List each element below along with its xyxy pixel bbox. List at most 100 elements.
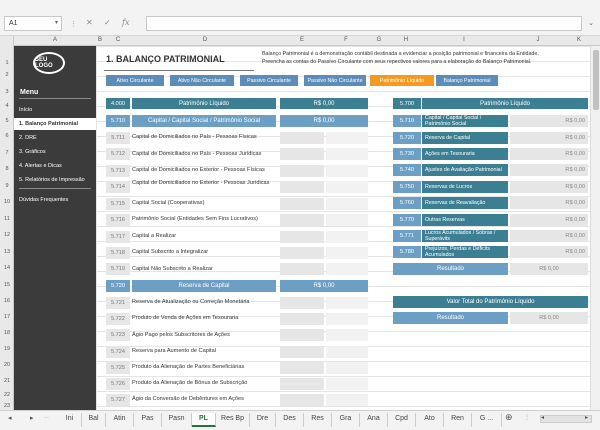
column-k[interactable]: K <box>568 37 590 43</box>
scroll-right-icon[interactable]: ▸ <box>585 414 588 421</box>
sheet-tab[interactable]: Des <box>276 413 304 427</box>
column-h[interactable]: H <box>392 37 420 43</box>
row-number[interactable]: 9 <box>0 183 14 189</box>
tab-passivo-nao-circulante[interactable]: Passivo Não Circulante <box>304 75 366 86</box>
row-number[interactable]: 3 <box>0 89 14 95</box>
next-sheet-icon[interactable]: ▸ <box>30 414 34 422</box>
vertical-scrollbar[interactable] <box>590 46 600 410</box>
sheet-tab-active[interactable]: PL <box>192 413 216 427</box>
column-d[interactable]: D <box>132 37 278 43</box>
column-c[interactable]: C <box>104 37 132 43</box>
sidebar-item-relatorios[interactable]: 5. Relatórios de Impressão <box>14 174 96 186</box>
sheet-tab[interactable]: Gra <box>332 413 360 427</box>
sheet-tab[interactable]: Ren <box>444 413 472 427</box>
sidebar-item-dre[interactable]: 2. DRE <box>14 132 96 144</box>
row-number[interactable]: 7 <box>0 150 14 156</box>
sheet-tab[interactable]: Res Bp <box>216 413 250 427</box>
sheet-tab[interactable]: Cpd <box>388 413 416 427</box>
row-number[interactable]: 22 <box>0 392 14 398</box>
value-cell[interactable] <box>326 198 368 210</box>
value-input[interactable] <box>280 378 324 390</box>
value-input[interactable] <box>280 132 324 144</box>
name-box[interactable]: A1 ▾ <box>4 16 62 31</box>
row-number[interactable]: 4 <box>0 103 14 109</box>
expand-icon[interactable]: ⌄ <box>588 19 594 27</box>
value-input[interactable] <box>280 313 324 325</box>
tab-ativo-nao-circulante[interactable]: Ativo Não Circulante <box>170 75 234 86</box>
row-number[interactable]: 15 <box>0 282 14 288</box>
row-number[interactable]: 2 <box>0 72 14 78</box>
value-input[interactable] <box>280 297 324 309</box>
row-number[interactable]: 1 <box>0 60 14 66</box>
sheet-tab[interactable]: Ana <box>360 413 388 427</box>
value-input[interactable] <box>280 231 324 243</box>
cancel-icon[interactable]: ✕ <box>86 18 93 27</box>
tab-patrimonio-liquido[interactable]: Patrimônio Líquido <box>370 75 434 86</box>
row-number[interactable]: 11 <box>0 216 14 222</box>
row-number[interactable]: 8 <box>0 166 14 172</box>
sidebar-item-inicio[interactable]: Início <box>14 104 96 116</box>
row-number[interactable]: 23 <box>0 403 14 409</box>
sheet-tab[interactable]: G ... <box>472 413 502 427</box>
column-e[interactable]: E <box>278 37 326 43</box>
column-f[interactable]: F <box>326 37 366 43</box>
value-input[interactable] <box>280 165 324 177</box>
column-b[interactable]: B <box>96 37 104 43</box>
row-number[interactable]: 10 <box>0 199 14 205</box>
sidebar-item-graficos[interactable]: 3. Gráficos <box>14 146 96 158</box>
value-cell[interactable] <box>326 329 368 341</box>
column-a[interactable]: A <box>14 37 96 43</box>
value-input[interactable] <box>280 148 324 160</box>
sidebar-item-alertas[interactable]: 4. Alertas e Dicas <box>14 160 96 172</box>
column-g[interactable]: G <box>366 37 392 43</box>
formula-input[interactable] <box>146 16 582 31</box>
row-number[interactable]: 19 <box>0 346 14 352</box>
value-cell[interactable] <box>326 132 368 144</box>
sheet-tab[interactable]: Pas <box>134 413 162 427</box>
sidebar-item-balanco[interactable]: 1. Balanço Patrimonial <box>14 118 96 130</box>
value-cell[interactable] <box>326 362 368 374</box>
value-cell[interactable] <box>326 313 368 325</box>
value-cell[interactable] <box>326 263 368 275</box>
tab-passivo-circulante[interactable]: Passivo Circulante <box>240 75 298 86</box>
sheet-tab[interactable]: Atin <box>106 413 134 427</box>
row-number[interactable]: 17 <box>0 314 14 320</box>
scroll-left-icon[interactable]: ◂ <box>541 414 544 421</box>
value-cell[interactable] <box>326 231 368 243</box>
value-input[interactable] <box>280 198 324 210</box>
row-number[interactable]: 5 <box>0 118 14 124</box>
value-cell[interactable] <box>326 214 368 226</box>
sheet-tab[interactable]: Pasn <box>162 413 192 427</box>
sheet-tab[interactable]: Bal <box>82 413 106 427</box>
sidebar-item-duvidas[interactable]: Dúvidas Frequentes <box>14 194 96 206</box>
value-cell[interactable] <box>326 247 368 259</box>
row-number[interactable]: 12 <box>0 232 14 238</box>
column-j[interactable]: J <box>508 37 568 43</box>
value-input[interactable] <box>280 362 324 374</box>
add-sheet-icon[interactable]: ⊕ <box>505 412 513 423</box>
function-icon[interactable]: fx <box>122 18 129 27</box>
value-input[interactable] <box>280 329 324 341</box>
prev-sheet-icon[interactable]: ◂ <box>8 414 12 422</box>
tab-ativo-circulante[interactable]: Ativo Circulante <box>106 75 164 86</box>
column-i[interactable]: I <box>420 37 508 43</box>
value-cell[interactable] <box>326 297 368 309</box>
value-cell[interactable] <box>326 378 368 390</box>
value-cell[interactable] <box>326 181 368 193</box>
value-cell[interactable] <box>326 394 368 406</box>
sheet-tab[interactable]: Res <box>304 413 332 427</box>
value-input[interactable] <box>280 394 324 406</box>
row-number[interactable]: 6 <box>0 133 14 139</box>
row-number[interactable]: 13 <box>0 249 14 255</box>
value-input[interactable] <box>280 263 324 275</box>
row-number[interactable]: 18 <box>0 330 14 336</box>
value-cell[interactable] <box>326 346 368 358</box>
row-number[interactable]: 16 <box>0 298 14 304</box>
chevron-down-icon[interactable]: ▾ <box>55 19 58 26</box>
value-cell[interactable] <box>326 148 368 160</box>
sheet-tab[interactable]: Ini <box>58 413 82 427</box>
tab-balanco-patrimonial[interactable]: Balanço Patrimonial <box>436 75 498 86</box>
more-sheets-icon[interactable]: … <box>44 414 49 420</box>
value-input[interactable] <box>280 247 324 259</box>
row-number[interactable]: 14 <box>0 265 14 271</box>
